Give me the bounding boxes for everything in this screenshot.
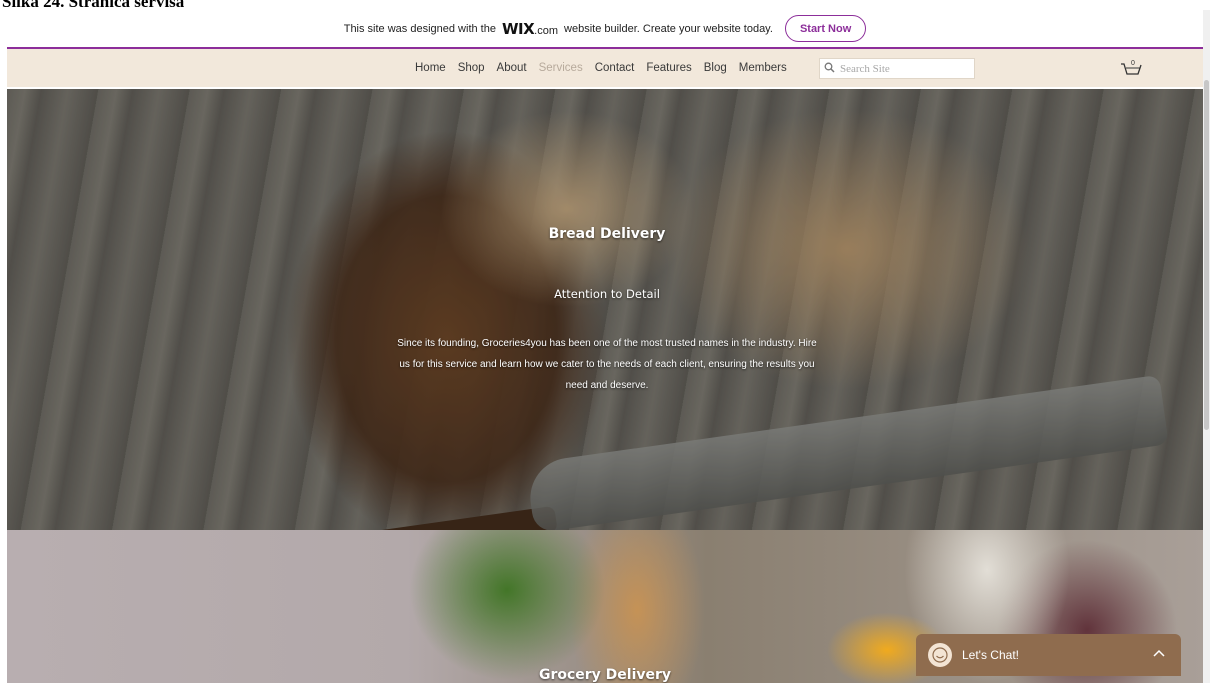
nav-item-services[interactable]: Services [533,62,589,74]
search-input[interactable] [838,61,972,76]
cart-button[interactable]: 0 [1118,56,1144,80]
nav-item-features[interactable]: Features [640,62,697,74]
hero-section-bread: Bread Delivery Attention to Detail Since… [7,89,1203,530]
chevron-up-icon[interactable] [1151,646,1167,662]
nav-item-shop[interactable]: Shop [452,62,491,74]
start-now-button[interactable]: Start Now [784,15,867,42]
hero-overlay [7,89,1203,530]
chat-label: Let's Chat! [962,648,1019,662]
banner-text-after: website builder. Create your website tod… [564,22,773,35]
nav-item-blog[interactable]: Blog [698,62,733,74]
search-icon [824,60,835,78]
hero-body-text: Since its founding, Groceries4you has be… [397,338,817,391]
nav-item-home[interactable]: Home [409,62,452,74]
nav-item-about[interactable]: About [491,62,533,74]
site-navigation: Home Shop About Services Contact Feature… [7,49,1203,87]
chat-smiley-icon [928,643,952,667]
hero-title: Bread Delivery [548,226,666,242]
banner-text-before: This site was designed with the [343,22,496,35]
nav-item-contact[interactable]: Contact [589,62,641,74]
chat-widget[interactable]: Let's Chat! [916,634,1181,676]
hero-subtitle: Attention to Detail [554,287,660,301]
search-box[interactable] [819,58,975,79]
browser-viewport: This site was designed with the WIX.com … [7,10,1203,683]
nav-item-members[interactable]: Members [733,62,793,74]
nav-menu: Home Shop About Services Contact Feature… [409,49,793,87]
cart-icon: 0 [1121,60,1142,75]
wix-logo: WIX.com [501,19,559,38]
wix-promo-banner: This site was designed with the WIX.com … [7,10,1203,49]
cart-count: 0 [1131,60,1135,67]
scrollbar-thumb[interactable] [1204,80,1209,430]
